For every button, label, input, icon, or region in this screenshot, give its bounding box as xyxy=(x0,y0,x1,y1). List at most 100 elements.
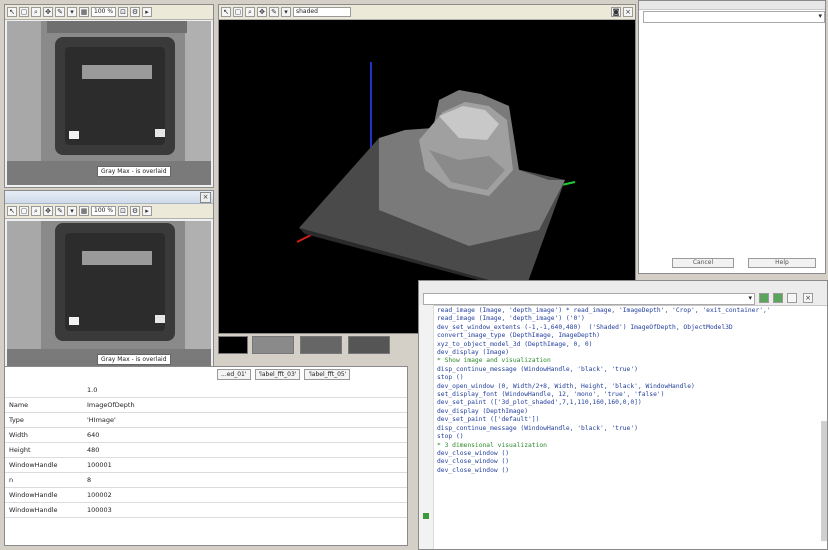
grid-icon[interactable]: ▦ xyxy=(79,7,89,17)
move-icon[interactable]: ✥ xyxy=(43,206,53,216)
brush-icon[interactable]: ✎ xyxy=(55,206,65,216)
code-line[interactable]: dev_close_window () xyxy=(437,450,823,458)
pointer-icon[interactable]: ↖ xyxy=(221,7,231,17)
code-line[interactable]: set_display_font (WindowHandle, 12, 'mon… xyxy=(437,391,823,399)
settings-icon[interactable]: ⚙ xyxy=(130,7,141,17)
thumbnail-3[interactable] xyxy=(300,336,342,354)
select-icon[interactable]: ▢ xyxy=(233,7,243,17)
code-line[interactable]: dev_display (Image) xyxy=(437,349,823,357)
code-editor[interactable]: read_image (Image, 'depth_image') * read… xyxy=(437,307,823,549)
code-line[interactable]: dev_close_window () xyxy=(437,467,823,475)
code-line[interactable]: dev_set_window_extents (-1,-1,640,480) (… xyxy=(437,324,823,332)
table-row[interactable]: Name ImageOfDepth xyxy=(5,397,407,413)
code-line[interactable]: stop () xyxy=(437,433,823,441)
code-line[interactable]: dev_open_window (0, Width/2+8, Width, He… xyxy=(437,383,823,391)
viewer-3d-toolbar: ↖ ▢ ⌕ ✥ ✎ ▾ shaded ◙ × xyxy=(219,5,635,20)
variable-tabs: ...ed_01' 'label_fft_03' 'label_fft_05' xyxy=(217,369,351,380)
variable-value: 640 xyxy=(83,427,407,443)
render-mode-select[interactable]: shaded xyxy=(293,7,351,17)
variable-tab[interactable]: ...ed_01' xyxy=(217,369,251,380)
settings-icon[interactable]: ⚙ xyxy=(130,206,141,216)
code-line[interactable]: dev_display (DepthImage) xyxy=(437,408,823,416)
code-line[interactable]: dev_close_window () xyxy=(437,458,823,466)
thumbnail-2[interactable] xyxy=(252,336,294,354)
table-row[interactable]: n8 xyxy=(5,472,407,488)
program-toolbar: ▾ × xyxy=(419,281,827,306)
table-row[interactable]: Height 480 xyxy=(5,442,407,458)
dropdown-arrow-icon[interactable]: ▾ xyxy=(67,206,77,216)
variable-tab[interactable]: 'label_fft_05' xyxy=(304,369,351,380)
stop-icon[interactable] xyxy=(787,293,797,303)
code-line[interactable]: read_image (Image, 'depth_image') ('0') xyxy=(437,315,823,323)
code-line[interactable]: convert_image_type (DepthImage, ImageDep… xyxy=(437,332,823,340)
dropdown-arrow-icon[interactable]: ▾ xyxy=(281,7,291,17)
move-icon[interactable]: ✥ xyxy=(257,7,267,17)
code-line[interactable]: disp_continue_message (WindowHandle, 'bl… xyxy=(437,366,823,374)
close-icon[interactable]: × xyxy=(803,293,813,303)
graphics-toolbar-top: ↖ ▢ ⌕ ✥ ✎ ▾ ▦ 100 % ⊡ ⚙ ▸ xyxy=(5,5,213,20)
chip-image-top-svg xyxy=(7,21,211,185)
select-icon[interactable]: ▢ xyxy=(19,206,29,216)
thumbnail-4[interactable] xyxy=(348,336,390,354)
table-row[interactable]: Width 640 xyxy=(5,427,407,443)
zoom-select[interactable]: 100 % xyxy=(91,7,117,17)
program-window: ▾ × read_image (Image, 'depth_image') * … xyxy=(418,280,828,550)
image-caption-bottom: Gray Max - is overlaid xyxy=(97,354,171,365)
chip-image-top[interactable]: Gray Max - is overlaid xyxy=(7,21,211,185)
run-icon[interactable] xyxy=(759,293,769,303)
chevron-down-icon: ▾ xyxy=(818,12,822,20)
fit-icon[interactable]: ⊡ xyxy=(118,206,129,216)
select-icon[interactable]: ▢ xyxy=(19,7,29,17)
help-button[interactable]: Help xyxy=(748,258,816,268)
dropdown-arrow-icon[interactable]: ▾ xyxy=(67,7,77,17)
window-title-bar: × xyxy=(5,191,213,204)
breakpoint-marker-icon xyxy=(423,513,429,519)
graphics-toolbar-bottom: ↖ ▢ ⌕ ✥ ✎ ▾ ▦ 100 % ⊡ ⚙ ▸ xyxy=(5,204,213,219)
variable-value: 8 xyxy=(83,472,407,488)
more-icon[interactable]: ▸ xyxy=(142,7,153,17)
code-line[interactable]: disp_continue_message (WindowHandle, 'bl… xyxy=(437,425,823,433)
pointer-icon[interactable]: ↖ xyxy=(7,7,17,17)
move-icon[interactable]: ✥ xyxy=(43,7,53,17)
code-line[interactable]: * Show image and visualization xyxy=(437,357,823,365)
code-line[interactable]: xyz_to_object_model_3d (DepthImage, 0, 0… xyxy=(437,341,823,349)
code-line[interactable]: read_image (Image, 'depth_image') * read… xyxy=(437,307,823,315)
procedure-select[interactable]: ▾ xyxy=(423,293,755,305)
table-row[interactable]: 1.0 xyxy=(5,383,407,398)
operator-select[interactable]: ▾ xyxy=(643,11,825,23)
zoom-icon[interactable]: ⌕ xyxy=(245,7,255,17)
grid-icon[interactable]: ▦ xyxy=(79,206,89,216)
cancel-button[interactable]: Cancel xyxy=(672,258,734,268)
code-line[interactable]: dev_set_paint (['default']) xyxy=(437,416,823,424)
code-line[interactable]: stop () xyxy=(437,374,823,382)
vertical-scrollbar[interactable] xyxy=(821,421,827,541)
step-icon[interactable] xyxy=(773,293,783,303)
operator-panel: ▾ Cancel Help xyxy=(638,0,826,274)
variable-name: Width xyxy=(5,427,83,443)
variable-value: 480 xyxy=(83,442,407,458)
close-icon[interactable]: × xyxy=(623,7,633,17)
more-icon[interactable]: ▸ xyxy=(142,206,153,216)
image-caption-top: Gray Max - is overlaid xyxy=(97,166,171,177)
brush-icon[interactable]: ✎ xyxy=(55,7,65,17)
fit-icon[interactable]: ⊡ xyxy=(118,7,129,17)
code-line[interactable]: * 3 dimensional visualization xyxy=(437,442,823,450)
variable-tab[interactable]: 'label_fft_03' xyxy=(254,369,301,380)
camera-icon[interactable]: ◙ xyxy=(611,7,621,17)
code-line[interactable]: dev_set_paint (['3d_plot_shaded',7,1,110… xyxy=(437,399,823,407)
table-row[interactable]: WindowHandle 100002 xyxy=(5,487,407,503)
zoom-icon[interactable]: ⌕ xyxy=(31,7,41,17)
chip-image-bottom[interactable]: Gray Max - is overlaid xyxy=(7,221,211,373)
thumbnail-1[interactable] xyxy=(218,336,248,354)
code-gutter xyxy=(419,305,434,549)
table-row[interactable]: WindowHandle 100001 xyxy=(5,457,407,473)
graphics-window-bottom: × ↖ ▢ ⌕ ✥ ✎ ▾ ▦ 100 % ⊡ ⚙ ▸ Gray Max - i… xyxy=(4,190,214,376)
brush-icon[interactable]: ✎ xyxy=(269,7,279,17)
zoom-select[interactable]: 100 % xyxy=(91,206,117,216)
table-row[interactable]: Type 'HImage' xyxy=(5,412,407,428)
zoom-icon[interactable]: ⌕ xyxy=(31,206,41,216)
close-icon[interactable]: × xyxy=(200,192,211,203)
pointer-icon[interactable]: ↖ xyxy=(7,206,17,216)
variable-table: 1.0 Name ImageOfDepth Type 'HImage' Width 6… xyxy=(5,383,407,518)
table-row[interactable]: WindowHandle 100003 xyxy=(5,502,407,518)
